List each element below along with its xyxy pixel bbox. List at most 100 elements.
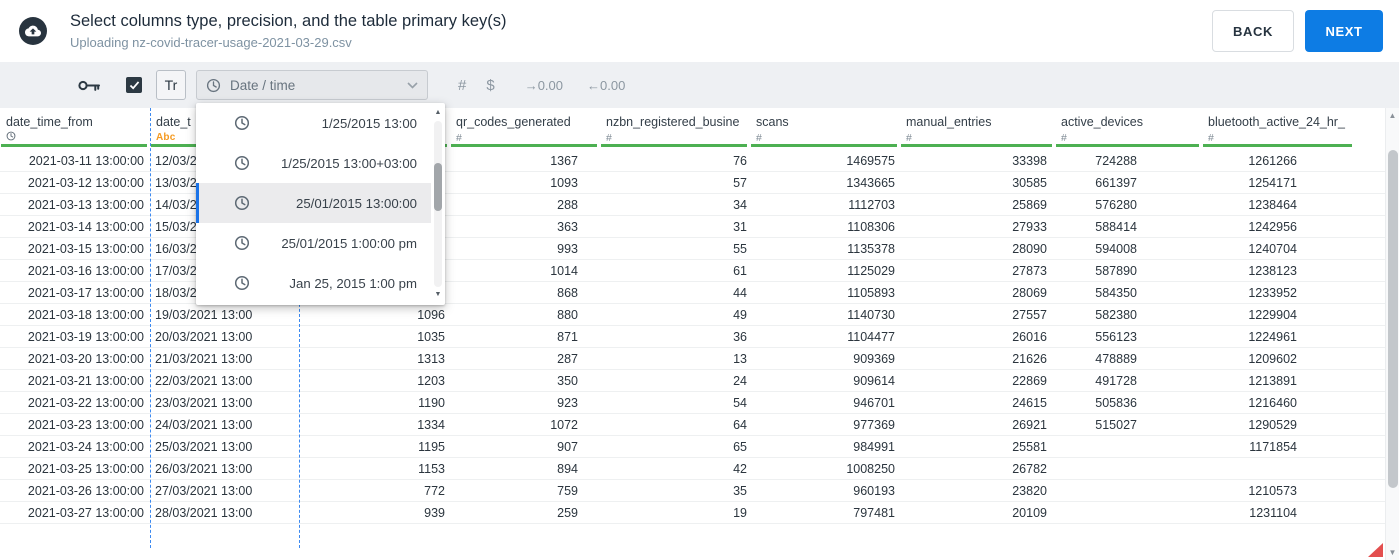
cell: 1229904 bbox=[1248, 307, 1297, 322]
cell: 993 bbox=[557, 241, 578, 256]
text-case-button[interactable]: Tr bbox=[156, 70, 186, 100]
column-type-label: # bbox=[756, 131, 762, 144]
cell: 1112703 bbox=[848, 197, 895, 212]
table-row[interactable]: 2021-03-25 13:00:00 26/03/2021 13:00 1153 8… bbox=[0, 458, 1399, 480]
next-button[interactable]: NEXT bbox=[1305, 10, 1383, 52]
column-header[interactable]: active_devices # bbox=[1055, 108, 1202, 150]
table-row[interactable]: 2021-03-18 13:00:00 19/03/2021 13:00 1096 8… bbox=[0, 304, 1399, 326]
cell: 22869 bbox=[1012, 373, 1047, 388]
scrollbar-thumb[interactable] bbox=[1388, 150, 1398, 488]
cell: 1240704 bbox=[1248, 241, 1297, 256]
format-option[interactable]: 25/01/2015 1:00:00 pm bbox=[196, 223, 431, 263]
column-header[interactable]: nzbn_registered_busine # bbox=[600, 108, 750, 150]
format-option[interactable]: Jan 25, 2015 1:00 pm bbox=[196, 263, 431, 303]
page-title: Select columns type, precision, and the … bbox=[70, 12, 507, 30]
table-row[interactable]: 2021-03-23 13:00:00 24/03/2021 13:00 1334 1… bbox=[0, 414, 1399, 436]
cell: 2021-03-24 13:00:00 bbox=[27, 439, 144, 454]
clock-icon bbox=[234, 275, 250, 291]
cell: 26782 bbox=[1012, 461, 1047, 476]
format-option-label: 1/25/2015 13:00 bbox=[321, 115, 417, 131]
cell: 797481 bbox=[853, 505, 895, 520]
column-header[interactable]: bluetooth_active_24_hr_ # bbox=[1202, 108, 1385, 150]
cell: 1108306 bbox=[847, 219, 895, 234]
cell: 23/03/2021 13:00 bbox=[155, 395, 253, 410]
cell: 2021-03-15 13:00:00 bbox=[27, 241, 144, 256]
format-option[interactable]: 25/01/2015 13:00:00 bbox=[196, 183, 431, 223]
table-row[interactable]: 2021-03-26 13:00:00 27/03/2021 13:00 772 75… bbox=[0, 480, 1399, 502]
column-header[interactable]: manual_entries # bbox=[900, 108, 1055, 150]
upload-cloud-icon bbox=[19, 17, 47, 45]
dropdown-scrollbar[interactable]: ▲ ▼ bbox=[432, 105, 444, 303]
cell: 36 bbox=[733, 329, 747, 344]
table-row[interactable]: 2021-03-22 13:00:00 23/03/2021 13:00 1190 9… bbox=[0, 392, 1399, 414]
cell: 2021-03-27 13:00:00 bbox=[27, 505, 144, 520]
cell: 2021-03-18 13:00:00 bbox=[27, 307, 144, 322]
table-row[interactable]: 2021-03-21 13:00:00 22/03/2021 13:00 1203 3… bbox=[0, 370, 1399, 392]
dropdown-scrollbar-thumb[interactable] bbox=[434, 163, 442, 211]
primary-key-icon[interactable] bbox=[78, 79, 100, 92]
upload-filename-subtitle: Uploading nz-covid-tracer-usage-2021-03-… bbox=[70, 35, 352, 50]
cell: 594008 bbox=[1095, 241, 1137, 256]
column-header[interactable]: date_time_from bbox=[0, 108, 150, 150]
cell: 350 bbox=[557, 373, 578, 388]
dropdown-scroll-up[interactable]: ▲ bbox=[432, 107, 444, 119]
cell: 2021-03-12 13:00:00 bbox=[27, 175, 144, 190]
column-name: bluetooth_active_24_hr_ bbox=[1208, 115, 1345, 129]
cell: 26/03/2021 13:00 bbox=[155, 461, 253, 476]
cell: 287 bbox=[557, 351, 578, 366]
column-header[interactable]: qr_codes_generated # bbox=[450, 108, 600, 150]
column-type-label: # bbox=[1061, 131, 1067, 144]
cell: 31 bbox=[733, 219, 747, 234]
cell: 25869 bbox=[1012, 197, 1047, 212]
table-row[interactable]: 2021-03-24 13:00:00 25/03/2021 13:00 1195 9… bbox=[0, 436, 1399, 458]
cell: 1171854 bbox=[1249, 439, 1297, 454]
column-type-value: Date / time bbox=[230, 77, 296, 93]
cell: 21626 bbox=[1012, 351, 1047, 366]
number-type-button[interactable]: # bbox=[458, 77, 466, 94]
cell: 759 bbox=[557, 483, 578, 498]
cell: 44 bbox=[733, 285, 747, 300]
column-type-dropdown[interactable]: Date / time bbox=[196, 70, 428, 100]
cell: 2021-03-17 13:00:00 bbox=[27, 285, 144, 300]
scroll-up-arrow[interactable]: ▲ bbox=[1386, 111, 1399, 120]
column-name: qr_codes_generated bbox=[456, 115, 571, 129]
column-name: nzbn_registered_busine bbox=[606, 115, 740, 129]
clock-icon bbox=[234, 155, 250, 171]
quality-bar bbox=[751, 144, 897, 147]
increase-decimal-button[interactable]: →0.00 bbox=[525, 78, 563, 93]
quality-bar bbox=[451, 144, 597, 147]
cell: 2021-03-11 13:00:00 bbox=[28, 153, 144, 168]
back-button[interactable]: BACK bbox=[1212, 10, 1294, 52]
scroll-down-arrow[interactable]: ▼ bbox=[1386, 548, 1399, 557]
cell: 27933 bbox=[1012, 219, 1047, 234]
cell: 1290529 bbox=[1248, 417, 1297, 432]
decrease-decimal-button[interactable]: ←0.00 bbox=[587, 78, 625, 93]
cell: 1343665 bbox=[846, 175, 895, 190]
check-icon bbox=[129, 80, 139, 90]
selected-column-left-boundary bbox=[150, 108, 151, 548]
table-row[interactable]: 2021-03-20 13:00:00 21/03/2021 13:00 1313 2… bbox=[0, 348, 1399, 370]
table-row[interactable]: 2021-03-19 13:00:00 20/03/2021 13:00 1035 8… bbox=[0, 326, 1399, 348]
column-toolbar: Tr Date / time # $ →0.00 ←0.00 bbox=[0, 62, 1399, 108]
cell: 1093 bbox=[550, 175, 578, 190]
table-row[interactable]: 2021-03-27 13:00:00 28/03/2021 13:00 939 25… bbox=[0, 502, 1399, 524]
cell: 2021-03-26 13:00:00 bbox=[27, 483, 144, 498]
format-option[interactable]: 1/25/2015 13:00 bbox=[196, 103, 431, 143]
currency-type-button[interactable]: $ bbox=[486, 77, 494, 94]
column-header[interactable]: scans # bbox=[750, 108, 900, 150]
cell: 27873 bbox=[1012, 263, 1047, 278]
format-option[interactable]: 1/25/2015 13:00+03:00 bbox=[196, 143, 431, 183]
vertical-scrollbar[interactable]: ▲ ▼ bbox=[1385, 108, 1399, 560]
cell: 1213891 bbox=[1248, 373, 1297, 388]
cell: 1261266 bbox=[1248, 153, 1297, 168]
column-type-label: # bbox=[906, 131, 912, 144]
quality-bar bbox=[1203, 144, 1352, 147]
cell: 661397 bbox=[1095, 175, 1137, 190]
cell: 868 bbox=[557, 285, 578, 300]
dropdown-scroll-down[interactable]: ▼ bbox=[432, 289, 444, 301]
cell: 27/03/2021 13:00 bbox=[155, 483, 253, 498]
cell: 491728 bbox=[1095, 373, 1137, 388]
include-column-checkbox[interactable] bbox=[126, 77, 142, 93]
cell: 984991 bbox=[853, 439, 895, 454]
cell: 30585 bbox=[1012, 175, 1047, 190]
